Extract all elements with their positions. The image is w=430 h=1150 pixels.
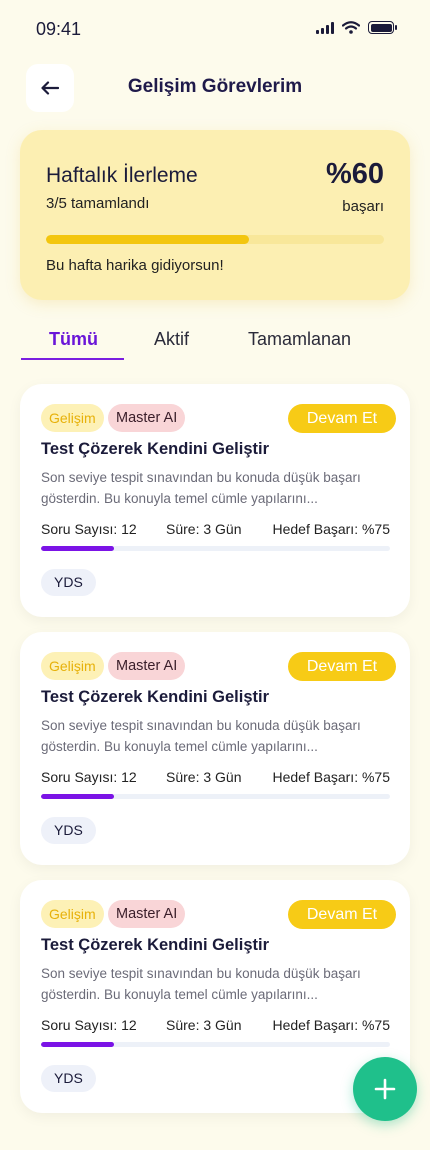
- task-card[interactable]: Gelişim Master AI Devam Et Test Çözerek …: [20, 632, 410, 865]
- progress-title: Haftalık İlerleme: [46, 164, 198, 187]
- task-title: Test Çözerek Kendini Geliştir: [41, 688, 270, 706]
- progress-success-label: başarı: [342, 198, 384, 215]
- continue-button[interactable]: Devam Et: [288, 652, 396, 681]
- task-progress-bar: [41, 794, 390, 799]
- question-count: Soru Sayısı: 12: [41, 1017, 137, 1033]
- task-card[interactable]: Gelişim Master AI Devam Et Test Çözerek …: [20, 384, 410, 617]
- task-title: Test Çözerek Kendini Geliştir: [41, 440, 270, 458]
- duration: Süre: 3 Gün: [166, 1017, 242, 1033]
- progress-bar: [46, 235, 384, 244]
- task-progress-bar: [41, 1042, 390, 1047]
- task-title: Test Çözerek Kendini Geliştir: [41, 936, 270, 954]
- category-tag: Gelişim: [41, 652, 104, 680]
- task-description: Son seviye tespit sınavından bu konuda d…: [41, 718, 361, 754]
- signal-icon: [316, 21, 334, 34]
- tab-all[interactable]: Tümü: [49, 329, 98, 350]
- target-success: Hedef Başarı: %75: [272, 1017, 390, 1033]
- tab-underline: [21, 358, 124, 360]
- wifi-icon: [342, 21, 360, 34]
- battery-icon: [368, 21, 397, 34]
- progress-bar-fill: [46, 235, 249, 244]
- exam-tag: YDS: [41, 817, 96, 844]
- question-count: Soru Sayısı: 12: [41, 769, 137, 785]
- continue-button[interactable]: Devam Et: [288, 404, 396, 433]
- duration: Süre: 3 Gün: [166, 769, 242, 785]
- task-description: Son seviye tespit sınavından bu konuda d…: [41, 470, 361, 506]
- source-tag: Master AI: [108, 900, 186, 928]
- task-progress-fill: [41, 794, 115, 799]
- filter-tabs: Tümü Aktif Tamamlanan: [0, 322, 430, 362]
- task-description: Son seviye tespit sınavından bu konuda d…: [41, 966, 361, 1002]
- plus-icon: [374, 1078, 396, 1100]
- tab-active[interactable]: Aktif: [154, 329, 189, 350]
- target-success: Hedef Başarı: %75: [272, 521, 390, 537]
- duration: Süre: 3 Gün: [166, 521, 242, 537]
- exam-tag: YDS: [41, 569, 96, 596]
- status-bar: 09:41: [0, 0, 430, 60]
- status-icons: [316, 21, 397, 34]
- target-success: Hedef Başarı: %75: [272, 769, 390, 785]
- continue-button[interactable]: Devam Et: [288, 900, 396, 929]
- header: Gelişim Görevlerim: [0, 62, 430, 116]
- task-progress-bar: [41, 546, 390, 551]
- progress-percent: %60: [325, 158, 384, 190]
- progress-completed-text: 3/5 tamamlandı: [46, 195, 150, 212]
- weekly-progress-card: Haftalık İlerleme 3/5 tamamlandı %60 baş…: [20, 130, 410, 300]
- task-progress-fill: [41, 546, 115, 551]
- question-count: Soru Sayısı: 12: [41, 521, 137, 537]
- tab-completed[interactable]: Tamamlanan: [248, 329, 351, 350]
- page-title: Gelişim Görevlerim: [127, 76, 303, 97]
- category-tag: Gelişim: [41, 404, 104, 432]
- task-card[interactable]: Gelişim Master AI Devam Et Test Çözerek …: [20, 880, 410, 1113]
- category-tag: Gelişim: [41, 900, 104, 928]
- exam-tag: YDS: [41, 1065, 96, 1092]
- add-task-button[interactable]: [353, 1057, 417, 1121]
- source-tag: Master AI: [108, 404, 186, 432]
- task-progress-fill: [41, 1042, 115, 1047]
- status-time: 09:41: [36, 19, 82, 39]
- source-tag: Master AI: [108, 652, 186, 680]
- progress-message: Bu hafta harika gidiyorsun!: [46, 257, 224, 274]
